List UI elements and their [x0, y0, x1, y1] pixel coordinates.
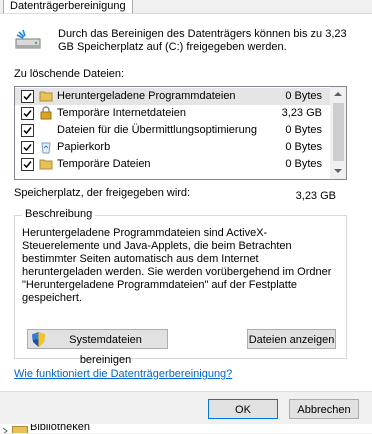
cleanup-system-files-button[interactable]: Systemdateien bereinigen: [27, 329, 168, 366]
description-text: Heruntergeladene Programmdateien sind Ac…: [22, 227, 332, 304]
file-checkbox[interactable]: [21, 141, 34, 154]
expand-arrow-icon: [2, 427, 8, 433]
intro-text: Durch das Bereinigen des Datenträgers kö…: [58, 28, 347, 53]
tab-disk-cleanup[interactable]: Datenträgerbereinigung: [3, 0, 133, 14]
tab-bar: Datenträgerbereinigung: [0, 0, 372, 14]
help-link[interactable]: Wie funktioniert die Datenträgerbereinig…: [14, 368, 232, 380]
library-folder-icon: [12, 426, 28, 433]
uac-shield-icon: [32, 332, 45, 347]
file-size: 0 Bytes: [285, 124, 322, 136]
file-row[interactable]: Temporäre Internetdateien 3,23 GB: [15, 105, 330, 122]
cleanup-system-files-label: Systemdateien bereinigen: [69, 334, 142, 366]
description-title: Beschreibung: [22, 208, 96, 220]
file-row[interactable]: Heruntergeladene Programmdateien 0 Bytes: [15, 88, 330, 105]
file-row[interactable]: Temporäre Dateien 0 Bytes: [15, 156, 330, 173]
file-checkbox[interactable]: [21, 158, 34, 171]
file-size: 0 Bytes: [285, 141, 322, 153]
file-checkbox[interactable]: [21, 124, 34, 137]
file-size: 0 Bytes: [285, 90, 322, 102]
list-scrollbar[interactable]: [330, 87, 346, 179]
file-size: 3,23 GB: [281, 107, 322, 119]
view-files-button[interactable]: Dateien anzeigen: [247, 329, 336, 349]
file-row[interactable]: Papierkorb 0 Bytes: [15, 139, 330, 156]
lock-icon: [39, 106, 53, 120]
file-name: Dateien für die Übermittlungsoptimierung: [57, 124, 257, 136]
file-size: 0 Bytes: [285, 158, 322, 170]
file-name: Temporäre Internetdateien: [57, 107, 187, 119]
scroll-up-arrow-icon[interactable]: [334, 92, 342, 96]
file-name: Papierkorb: [57, 141, 111, 153]
ok-button[interactable]: OK: [208, 399, 278, 419]
drive-cleanup-icon: [14, 28, 44, 56]
file-name: Temporäre Dateien: [57, 158, 151, 170]
file-checkbox[interactable]: [21, 107, 34, 120]
space-freed-label: Speicherplatz, der freigegeben wird:: [14, 187, 191, 199]
folder-icon: [39, 157, 53, 171]
files-to-delete-label: Zu löschende Dateien:: [14, 68, 125, 80]
recycle-bin-icon: [39, 140, 53, 154]
space-freed-value: 3,23 GB: [295, 190, 336, 202]
files-list[interactable]: Heruntergeladene Programmdateien 0 Bytes T…: [14, 86, 347, 180]
file-row[interactable]: Dateien für die Übermittlungsoptimierung…: [15, 122, 330, 139]
library-label[interactable]: Bibliotheken: [30, 424, 90, 433]
background-window: Bibliotheken: [0, 424, 372, 433]
file-name: Heruntergeladene Programmdateien: [57, 90, 236, 102]
scroll-down-arrow-icon[interactable]: [334, 169, 342, 173]
scrollbar-thumb[interactable]: [333, 103, 344, 161]
cancel-button[interactable]: Abbrechen: [289, 399, 359, 419]
folder-icon: [39, 89, 53, 103]
blank-icon: [39, 123, 53, 137]
file-checkbox[interactable]: [21, 90, 34, 103]
